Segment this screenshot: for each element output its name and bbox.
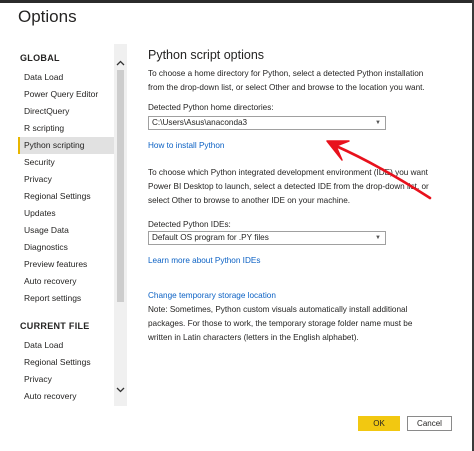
- sidebar-scrollbar-thumb[interactable]: [117, 70, 124, 302]
- chevron-down-icon[interactable]: [114, 383, 127, 397]
- note-text: Note: Sometimes, Python custom visuals a…: [148, 303, 453, 345]
- sidebar-item-regional-settings[interactable]: Regional Settings: [18, 188, 126, 205]
- window-top-border: [0, 0, 474, 3]
- intro-line: from the drop-down list, or select Other…: [148, 83, 425, 92]
- group-header-global: GLOBAL: [20, 53, 60, 63]
- storage-location-link[interactable]: Change temporary storage location: [148, 291, 276, 300]
- chevron-up-icon[interactable]: [114, 56, 127, 70]
- ide-text: To choose which Python integrated develo…: [148, 166, 453, 208]
- ide-line: To choose which Python integrated develo…: [148, 168, 428, 177]
- sidebar-item-auto-recovery[interactable]: Auto recovery: [18, 273, 126, 290]
- ide-line: Power BI Desktop to launch, select a det…: [148, 182, 429, 191]
- sidebar-item-security[interactable]: Security: [18, 154, 126, 171]
- install-python-link[interactable]: How to install Python: [148, 141, 224, 150]
- note-line: packages. For those to work, the tempora…: [148, 319, 413, 328]
- sidebar-item-file-regional-settings[interactable]: Regional Settings: [18, 354, 126, 371]
- section-title: Python script options: [148, 48, 265, 62]
- sidebar-item-updates[interactable]: Updates: [18, 205, 126, 222]
- sidebar-item-file-data-load[interactable]: Data Load: [18, 337, 126, 354]
- caret-down-icon: ▼: [375, 120, 381, 126]
- intro-line: To choose a home directory for Python, s…: [148, 69, 424, 78]
- sidebar-item-report-settings[interactable]: Report settings: [18, 290, 126, 307]
- dialog-title: Options: [18, 7, 77, 26]
- group-header-current-file: CURRENT FILE: [20, 321, 90, 331]
- ok-button[interactable]: OK: [358, 416, 400, 431]
- ide-line: select Other to browse to another IDE on…: [148, 196, 351, 205]
- python-home-value: C:\Users\Asus\anaconda3: [152, 118, 248, 127]
- python-ides-label: Detected Python IDEs:: [148, 220, 231, 229]
- note-line: Note: Sometimes, Python custom visuals a…: [148, 305, 408, 314]
- sidebar-item-preview-features[interactable]: Preview features: [18, 256, 126, 273]
- sidebar-item-usage-data[interactable]: Usage Data: [18, 222, 126, 239]
- sidebar-item-r-scripting[interactable]: R scripting: [18, 120, 126, 137]
- sidebar-item-directquery[interactable]: DirectQuery: [18, 103, 126, 120]
- python-home-dropdown[interactable]: C:\Users\Asus\anaconda3 ▼: [148, 116, 386, 130]
- python-ides-link[interactable]: Learn more about Python IDEs: [148, 256, 260, 265]
- sidebar-item-file-auto-recovery[interactable]: Auto recovery: [18, 388, 126, 405]
- python-ide-dropdown[interactable]: Default OS program for .PY files ▼: [148, 231, 386, 245]
- options-sidebar: GLOBAL Data Load Power Query Editor Dire…: [18, 44, 128, 406]
- home-directories-label: Detected Python home directories:: [148, 103, 274, 112]
- cancel-button[interactable]: Cancel: [407, 416, 452, 431]
- caret-down-icon: ▼: [375, 235, 381, 241]
- intro-text: To choose a home directory for Python, s…: [148, 67, 453, 95]
- sidebar-item-power-query-editor[interactable]: Power Query Editor: [18, 86, 126, 103]
- sidebar-item-diagnostics[interactable]: Diagnostics: [18, 239, 126, 256]
- sidebar-item-data-load[interactable]: Data Load: [18, 69, 126, 86]
- sidebar-item-privacy[interactable]: Privacy: [18, 171, 126, 188]
- sidebar-item-python-scripting[interactable]: Python scripting: [18, 137, 126, 154]
- python-ide-value: Default OS program for .PY files: [152, 233, 269, 242]
- note-line: written in Latin characters (letters in …: [148, 333, 359, 342]
- sidebar-item-file-privacy[interactable]: Privacy: [18, 371, 126, 388]
